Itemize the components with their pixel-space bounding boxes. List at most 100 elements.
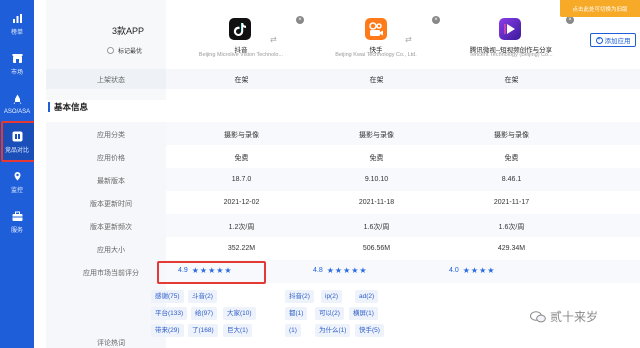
hot-word-tag[interactable]: 带来(29) — [151, 324, 184, 337]
row-label: 版本更新频次 — [90, 224, 132, 231]
row-label: 应用价格 — [97, 155, 125, 162]
hot-word-tag[interactable]: 快手(5) — [355, 324, 384, 337]
section-title-text: 基本信息 — [54, 102, 89, 112]
hot-word-tag[interactable]: 了(168) — [188, 324, 218, 337]
cell-value: 506.56M — [362, 245, 391, 252]
sidebar-item-rankings[interactable]: 榜单 — [0, 4, 34, 44]
rating-weishi: 4.0 ★★★★ — [449, 266, 495, 275]
hot-word-tag[interactable]: ad(2) — [355, 290, 379, 303]
app-company: Beijing Microlive Vision Technolo... — [198, 52, 284, 58]
cell-value: 摄影与录像 — [359, 132, 394, 139]
hot-word-tag[interactable]: 都(1) — [285, 307, 308, 320]
watermark: 贰十来岁 — [530, 308, 598, 325]
rating-highlight-box — [157, 261, 266, 284]
app-company: Tencent Technology (Beijing) Co... — [469, 52, 553, 58]
rating-kuaishou: 4.8 ★★★★★ — [313, 266, 368, 275]
listing-status-label: 上架状态 — [97, 77, 125, 84]
hot-word-tag[interactable]: 大家(10) — [223, 307, 256, 320]
main-content: 3款APP 标记最优 × 抖音 Beijing Microlive Vision… — [34, 0, 640, 348]
app-card-kuaishou: × 快手 Beijing Kwai Technology Co., Ltd. — [311, 14, 441, 66]
listing-status-value: 在架 — [234, 77, 249, 84]
cell-value: 1.6次/周 — [363, 224, 390, 231]
cell-value: 摄影与录像 — [224, 132, 259, 139]
hot-word-tag[interactable]: 斗音(2) — [188, 290, 217, 303]
cell-value: 1.6次/周 — [498, 224, 525, 231]
cell-value: 免费 — [369, 155, 384, 162]
cell-value: 352.22M — [227, 245, 256, 252]
rocket-icon — [11, 94, 23, 106]
row-label: 版本更新时间 — [90, 201, 132, 208]
close-icon[interactable]: × — [432, 16, 440, 24]
hot-word-tag[interactable]: 给(97) — [191, 307, 218, 320]
star-rating-icon: ★★★★★ — [326, 266, 368, 275]
sidebar-item-label: 服务 — [10, 228, 23, 234]
kuaishou-icon — [365, 18, 387, 40]
store-icon — [11, 52, 23, 64]
swap-icon[interactable]: ⇄ — [405, 36, 415, 44]
sidebar-item-monitor[interactable]: 监控 — [0, 162, 34, 202]
cell-value: 2021-12-02 — [223, 199, 260, 206]
rating-score: 4.8 — [313, 267, 323, 274]
mark-best-label: 标记最优 — [118, 49, 143, 55]
tiktok-icon — [229, 18, 251, 40]
section-title: 基本信息 — [48, 101, 88, 113]
row-label: 应用市场当前评分 — [83, 270, 139, 277]
hot-word-tag[interactable]: 横屏(1) — [349, 307, 378, 320]
weishi-icon — [499, 18, 521, 40]
add-app-button[interactable]: + 添加应用 — [590, 33, 636, 47]
row-label: 应用大小 — [97, 247, 125, 254]
briefcase-icon — [11, 210, 23, 222]
wechat-icon — [530, 310, 546, 323]
listing-status-value: 在架 — [369, 77, 384, 84]
close-icon[interactable]: × — [296, 16, 304, 24]
cell-value: 摄影与录像 — [494, 132, 529, 139]
cell-value: 8.46.1 — [501, 176, 522, 183]
sidebar: 榜单 市场 ASO/ASA 竞品对比 监控 服务 — [0, 0, 34, 348]
bar-chart-icon — [11, 12, 23, 24]
listing-status-value: 在架 — [504, 77, 519, 84]
cell-value: 2021-11-18 — [358, 199, 395, 206]
sidebar-item-label: 监控 — [10, 188, 23, 194]
close-icon[interactable]: × — [566, 16, 574, 24]
toast-text: 点击此处可切换为旧版 — [572, 6, 628, 13]
cell-value: 2021-11-17 — [493, 199, 530, 206]
monitor-icon — [11, 170, 23, 182]
cell-value: 9.10.10 — [364, 176, 389, 183]
section-bar — [48, 102, 50, 112]
row-label: 评论热词 — [97, 340, 125, 347]
cell-value: 1.2次/周 — [228, 224, 255, 231]
switch-version-toast[interactable]: 点击此处可切换为旧版 — [560, 0, 640, 17]
hot-word-tag[interactable]: 感谢(75) — [151, 290, 184, 303]
hot-word-tag[interactable]: 可以(2) — [315, 307, 344, 320]
hot-word-tag[interactable]: 巨大(1) — [223, 324, 252, 337]
hot-word-tag[interactable]: 为什么(1) — [315, 324, 351, 337]
hot-word-tag[interactable]: 抖音(2) — [285, 290, 314, 303]
app-card-douyin: × 抖音 Beijing Microlive Vision Technolo..… — [176, 14, 306, 66]
hot-word-tag[interactable]: (1) — [285, 324, 301, 337]
app-company: Beijing Kwai Technology Co., Ltd. — [335, 52, 417, 58]
star-rating-icon: ★★★★ — [462, 266, 496, 275]
hot-word-tag[interactable]: ip(2) — [321, 290, 343, 303]
add-app-label: 添加应用 — [604, 38, 631, 45]
sidebar-item-market[interactable]: 市场 — [0, 44, 34, 84]
plus-icon: + — [595, 36, 603, 44]
sidebar-item-label: 市场 — [10, 70, 23, 76]
app-card-weishi: × 腾讯微视--短视频创作与分享 Tencent Technology (Bei… — [446, 14, 576, 66]
row-label: 最新版本 — [97, 178, 125, 185]
swap-icon[interactable]: ⇄ — [270, 36, 280, 44]
hot-word-tag[interactable]: 平台(133) — [151, 307, 188, 320]
mark-best-toggle[interactable]: 标记最优 — [107, 46, 142, 55]
cell-value: 免费 — [234, 155, 249, 162]
radio-icon[interactable] — [107, 47, 114, 54]
rating-score: 4.0 — [449, 267, 459, 274]
sidebar-item-service[interactable]: 服务 — [0, 202, 34, 242]
row-label: 应用分类 — [97, 132, 125, 139]
cell-value: 免费 — [504, 155, 519, 162]
app-count: 3款APP — [112, 26, 145, 36]
sidebar-item-label: ASO/ASA — [3, 108, 31, 115]
cell-value: 18.7.0 — [231, 176, 252, 183]
cell-value: 429.34M — [497, 245, 526, 252]
sidebar-item-aso[interactable]: ASO/ASA — [0, 84, 34, 124]
watermark-text: 贰十来岁 — [550, 310, 599, 324]
sidebar-item-label: 榜单 — [10, 30, 23, 36]
